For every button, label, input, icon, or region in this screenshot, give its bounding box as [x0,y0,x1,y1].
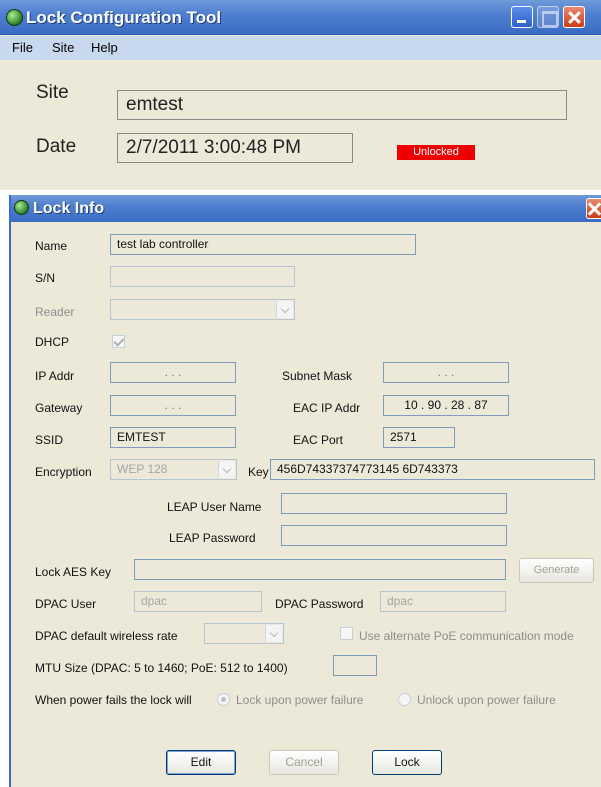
dhcp-checkbox[interactable] [112,335,125,348]
key-label: Key [248,465,269,479]
minimize-button[interactable] [511,6,533,28]
unlock-on-fail-label: Unlock upon power failure [417,693,556,707]
dpac-password-field[interactable]: dpac [380,591,506,612]
ssid-label: SSID [35,433,64,447]
date-label: Date [36,136,77,157]
dhcp-label: DHCP [35,335,70,349]
chevron-down-icon [218,461,235,478]
main-window: Lock Configuration Tool File Site Help S… [0,0,601,190]
menu-file[interactable]: File [12,40,33,55]
lock-button[interactable]: Lock [372,750,442,775]
date-field: 2/7/2011 3:00:48 PM [117,133,353,163]
leap-user-label: LEAP User Name [167,500,262,514]
gateway-field[interactable]: . . . [110,395,236,416]
ip-field[interactable]: . . . [110,362,236,383]
dpac-password-label: DPAC Password [275,597,364,611]
aes-key-field[interactable] [134,559,506,580]
lock-on-fail-label: Lock upon power failure [236,693,364,707]
ssid-field[interactable]: EMTEST [110,427,236,448]
encryption-label: Encryption [35,465,92,479]
site-label: Site [36,82,69,103]
dpac-user-field[interactable]: dpac [134,591,262,612]
key-field[interactable]: 456D74337374773145 6D743373 [270,459,595,480]
dialog-titlebar[interactable]: Lock Info [11,195,601,222]
leap-password-label: LEAP Password [169,531,256,545]
power-fail-label: When power fails the lock will [35,693,192,707]
dpac-user-label: DPAC User [35,597,97,611]
main-window-title: Lock Configuration Tool [26,8,222,27]
wireless-rate-label: DPAC default wireless rate [35,629,178,643]
menu-help[interactable]: Help [91,40,118,55]
eac-port-field[interactable]: 2571 [383,427,455,448]
edit-button[interactable]: Edit [166,750,236,775]
maximize-button[interactable] [537,6,559,28]
dialog-globe-icon [14,200,29,215]
eac-ip-field[interactable]: 10 . 90 . 28 . 87 [383,395,509,416]
mtu-label: MTU Size (DPAC: 5 to 1460; PoE: 512 to 1… [35,661,288,675]
leap-user-field[interactable] [281,493,507,514]
alt-poe-checkbox[interactable] [340,627,353,640]
chevron-down-icon [276,301,293,318]
sn-field[interactable] [110,266,295,287]
close-button[interactable] [563,6,585,28]
reader-select[interactable] [110,299,295,320]
status-badge: Unlocked [397,145,475,160]
leap-password-field[interactable] [281,525,507,546]
eac-port-label: EAC Port [293,433,344,447]
menu-bar: File Site Help [0,36,601,60]
reader-label: Reader [35,305,75,319]
encryption-select[interactable]: WEP 128 [110,459,237,480]
name-label: Name [35,239,68,253]
subnet-field[interactable]: . . . [383,362,509,383]
subnet-label: Subnet Mask [282,369,353,383]
app-globe-icon [6,9,23,26]
lock-on-fail-radio[interactable] [217,693,230,706]
aes-key-label: Lock AES Key [35,565,112,579]
name-field[interactable]: test lab controller [110,234,416,255]
wireless-rate-select[interactable] [204,623,284,644]
dialog-title: Lock Info [33,200,105,217]
generate-button[interactable]: Generate [519,558,594,583]
cancel-button[interactable]: Cancel [269,750,339,775]
eac-ip-label: EAC IP Addr [293,401,361,415]
mtu-field[interactable] [333,655,377,676]
main-titlebar[interactable]: Lock Configuration Tool [0,0,601,35]
sn-label: S/N [35,271,56,285]
chevron-down-icon [265,625,282,642]
alt-poe-label: Use alternate PoE communication mode [359,629,574,643]
lock-info-dialog: Lock Info Name test lab controller S/N R… [9,195,601,787]
ip-label: IP Addr [35,369,75,383]
encryption-value: WEP 128 [117,462,168,476]
site-field[interactable]: emtest [117,90,567,120]
unlock-on-fail-radio[interactable] [398,693,411,706]
dialog-close-button[interactable] [586,198,601,219]
gateway-label: Gateway [35,401,83,415]
menu-site[interactable]: Site [52,40,74,55]
